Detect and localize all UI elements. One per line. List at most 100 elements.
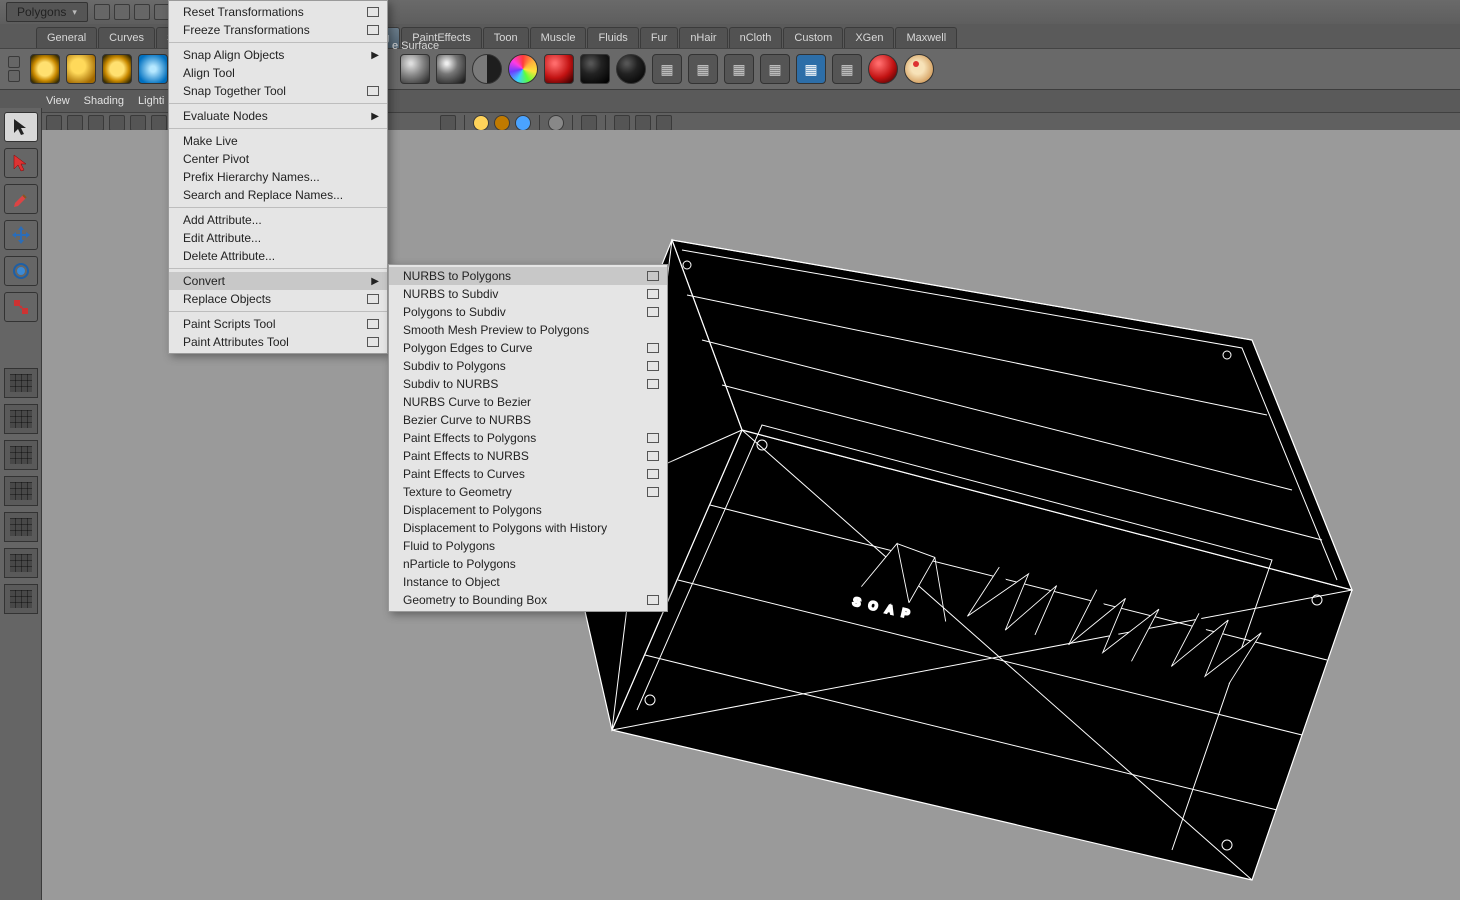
panel-tool-icon[interactable] xyxy=(109,115,125,131)
layout-two-h-icon[interactable] xyxy=(4,440,38,470)
menu-item-delete-attribute-[interactable]: Delete Attribute... xyxy=(169,247,387,265)
material-blinn-icon[interactable] xyxy=(436,54,466,84)
render-icon[interactable]: ▦ xyxy=(652,54,682,84)
shelf-tab-nCloth[interactable]: nCloth xyxy=(729,27,783,48)
toolbar-icon[interactable] xyxy=(94,4,110,20)
menu-item-add-attribute-[interactable]: Add Attribute... xyxy=(169,211,387,229)
submenu-item-nurbs-curve-to-bezier[interactable]: NURBS Curve to Bezier xyxy=(389,393,667,411)
menu-item-make-live[interactable]: Make Live xyxy=(169,132,387,150)
scale-tool[interactable] xyxy=(4,292,38,322)
menu-item-freeze-transformations[interactable]: Freeze Transformations xyxy=(169,21,387,39)
panel-tool-icon[interactable] xyxy=(67,115,83,131)
render-settings-icon[interactable]: ▦ xyxy=(724,54,754,84)
shelf-tab-Fur[interactable]: Fur xyxy=(640,27,679,48)
shelf-tab-General[interactable]: General xyxy=(36,27,97,48)
batch-render-icon[interactable] xyxy=(868,54,898,84)
shelf-tab-nHair[interactable]: nHair xyxy=(679,27,727,48)
option-box-icon[interactable] xyxy=(367,86,379,96)
material-ramp-icon[interactable] xyxy=(508,54,538,84)
light-ambient-icon[interactable] xyxy=(30,54,60,84)
select-tool[interactable] xyxy=(4,112,38,142)
light-point-icon[interactable] xyxy=(102,54,132,84)
submenu-item-nparticle-to-polygons[interactable]: nParticle to Polygons xyxy=(389,555,667,573)
panel-tool-icon[interactable] xyxy=(656,115,672,131)
shelf-tab-Curves[interactable]: Curves xyxy=(98,27,155,48)
ipr-render-icon[interactable]: ▦ xyxy=(688,54,718,84)
submenu-item-texture-to-geometry[interactable]: Texture to Geometry xyxy=(389,483,667,501)
submenu-item-smooth-mesh-preview-to-polygons[interactable]: Smooth Mesh Preview to Polygons xyxy=(389,321,667,339)
panel-light-icon[interactable] xyxy=(515,115,531,131)
move-tool[interactable] xyxy=(4,220,38,250)
menu-item-snap-align-objects[interactable]: Snap Align Objects▶ xyxy=(169,46,387,64)
submenu-item-bezier-curve-to-nurbs[interactable]: Bezier Curve to NURBS xyxy=(389,411,667,429)
submenu-item-paint-effects-to-nurbs[interactable]: Paint Effects to NURBS xyxy=(389,447,667,465)
option-box-icon[interactable] xyxy=(647,487,659,497)
submenu-item-nurbs-to-subdiv[interactable]: NURBS to Subdiv xyxy=(389,285,667,303)
submenu-item-geometry-to-bounding-box[interactable]: Geometry to Bounding Box xyxy=(389,591,667,609)
panel-tool-icon[interactable] xyxy=(581,115,597,131)
option-box-icon[interactable] xyxy=(367,319,379,329)
submenu-item-instance-to-object[interactable]: Instance to Object xyxy=(389,573,667,591)
option-box-icon[interactable] xyxy=(647,271,659,281)
option-box-icon[interactable] xyxy=(647,343,659,353)
submenu-item-polygon-edges-to-curve[interactable]: Polygon Edges to Curve xyxy=(389,339,667,357)
panel-tool-icon[interactable] xyxy=(635,115,651,131)
menu-item-reset-transformations[interactable]: Reset Transformations xyxy=(169,3,387,21)
menu-item-evaluate-nodes[interactable]: Evaluate Nodes▶ xyxy=(169,107,387,125)
option-box-icon[interactable] xyxy=(647,379,659,389)
material-surface-icon[interactable] xyxy=(580,54,610,84)
panel-tool-icon[interactable] xyxy=(88,115,104,131)
rotate-tool[interactable] xyxy=(4,256,38,286)
panel-menu-lighti[interactable]: Lighti xyxy=(138,95,164,107)
palette-icon[interactable] xyxy=(904,54,934,84)
option-box-icon[interactable] xyxy=(647,451,659,461)
modify-menu[interactable]: Reset TransformationsFreeze Transformati… xyxy=(168,0,388,354)
light-directional-icon[interactable] xyxy=(66,54,96,84)
shelf-toggle-icon[interactable] xyxy=(8,70,20,82)
layout-single-icon[interactable] xyxy=(4,368,38,398)
toolbar-icon[interactable] xyxy=(114,4,130,20)
hypershade-icon[interactable]: ▦ xyxy=(796,54,826,84)
shelf-toggle-icon[interactable] xyxy=(8,56,20,68)
submenu-item-fluid-to-polygons[interactable]: Fluid to Polygons xyxy=(389,537,667,555)
submenu-item-polygons-to-subdiv[interactable]: Polygons to Subdiv xyxy=(389,303,667,321)
submenu-item-paint-effects-to-curves[interactable]: Paint Effects to Curves xyxy=(389,465,667,483)
panel-tool-icon[interactable] xyxy=(130,115,146,131)
panel-tool-icon[interactable] xyxy=(440,115,456,131)
menu-item-paint-attributes-tool[interactable]: Paint Attributes Tool xyxy=(169,333,387,351)
panel-light-icon[interactable] xyxy=(473,115,489,131)
submenu-item-displacement-to-polygons[interactable]: Displacement to Polygons xyxy=(389,501,667,519)
option-box-icon[interactable] xyxy=(647,361,659,371)
option-box-icon[interactable] xyxy=(367,294,379,304)
submenu-item-nurbs-to-polygons[interactable]: NURBS to Polygons xyxy=(389,267,667,285)
light-spot-icon[interactable] xyxy=(138,54,168,84)
menu-item-search-and-replace-names-[interactable]: Search and Replace Names... xyxy=(169,186,387,204)
menu-item-paint-scripts-tool[interactable]: Paint Scripts Tool xyxy=(169,315,387,333)
submenu-item-subdiv-to-nurbs[interactable]: Subdiv to NURBS xyxy=(389,375,667,393)
material-black-icon[interactable] xyxy=(616,54,646,84)
panel-tool-icon[interactable] xyxy=(46,115,62,131)
option-box-icon[interactable] xyxy=(367,7,379,17)
submenu-item-displacement-to-polygons-with-history[interactable]: Displacement to Polygons with History xyxy=(389,519,667,537)
convert-submenu[interactable]: NURBS to PolygonsNURBS to SubdivPolygons… xyxy=(388,264,668,612)
panel-tool-icon[interactable] xyxy=(151,115,167,131)
option-box-icon[interactable] xyxy=(367,337,379,347)
shelf-tab-Custom[interactable]: Custom xyxy=(783,27,843,48)
render-globals-icon[interactable]: ▦ xyxy=(832,54,862,84)
panel-shade-icon[interactable] xyxy=(548,115,564,131)
panel-menu-shading[interactable]: Shading xyxy=(84,95,124,107)
option-box-icon[interactable] xyxy=(647,469,659,479)
shelf-tab-XGen[interactable]: XGen xyxy=(844,27,894,48)
lasso-tool[interactable] xyxy=(4,148,38,178)
layout-two-v-icon[interactable] xyxy=(4,476,38,506)
shelf-tab-Maxwell[interactable]: Maxwell xyxy=(895,27,957,48)
panel-light-icon[interactable] xyxy=(494,115,510,131)
option-box-icon[interactable] xyxy=(647,307,659,317)
menu-item-center-pivot[interactable]: Center Pivot xyxy=(169,150,387,168)
menu-item-replace-objects[interactable]: Replace Objects xyxy=(169,290,387,308)
submenu-item-paint-effects-to-polygons[interactable]: Paint Effects to Polygons xyxy=(389,429,667,447)
layout-outliner-icon[interactable] xyxy=(4,584,38,614)
shelf-tab-Fluids[interactable]: Fluids xyxy=(587,27,638,48)
menu-item-align-tool[interactable]: Align Tool xyxy=(169,64,387,82)
shelf-tab-Toon[interactable]: Toon xyxy=(483,27,529,48)
